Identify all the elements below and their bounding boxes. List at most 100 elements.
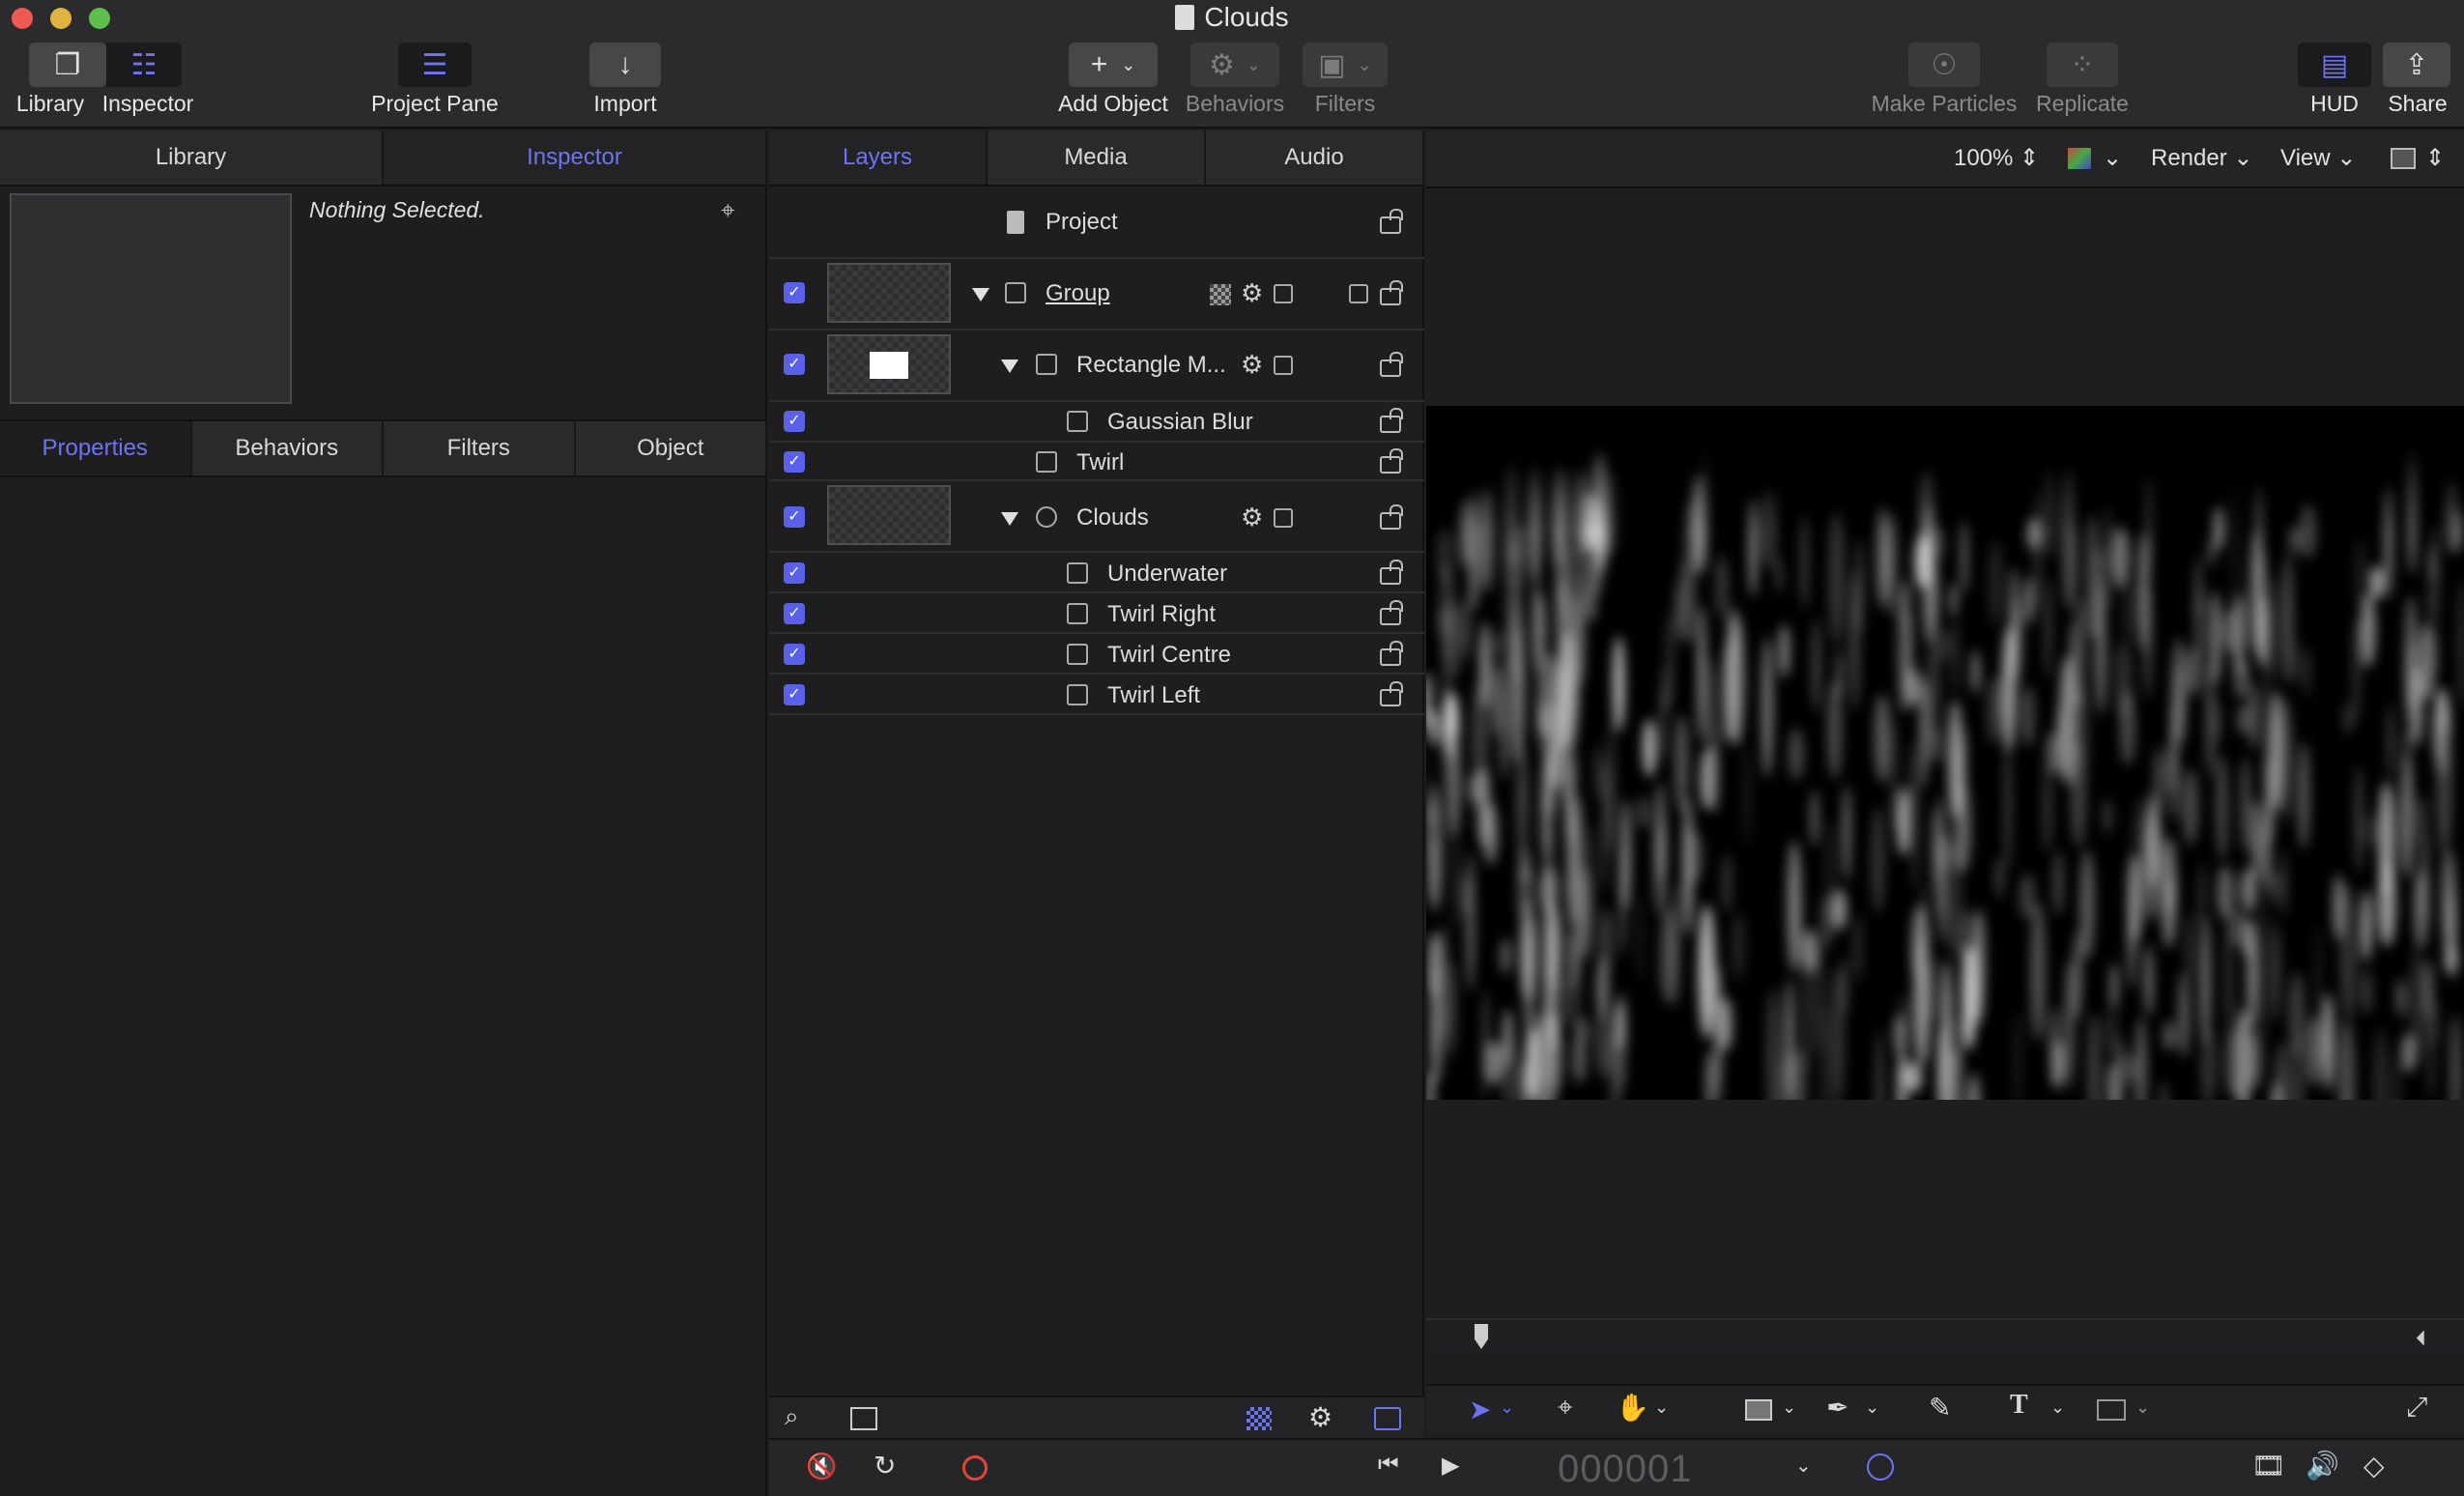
view-layout-icon[interactable] bbox=[2391, 148, 2416, 169]
lock-icon[interactable] bbox=[1380, 352, 1403, 377]
paint-tool-icon[interactable]: ✎ bbox=[1929, 1392, 1951, 1424]
inspector-button[interactable]: ☷ bbox=[106, 43, 182, 87]
gear-icon[interactable]: ⚙ bbox=[1308, 1401, 1332, 1433]
disclosure-triangle-icon[interactable] bbox=[1001, 512, 1018, 526]
tab-filters[interactable]: Filters bbox=[384, 421, 576, 475]
disclosure-triangle-icon[interactable] bbox=[1001, 360, 1018, 373]
lock-icon[interactable] bbox=[1380, 641, 1403, 666]
layer-checkbox[interactable]: ✓ bbox=[784, 644, 805, 665]
pen-tool-icon[interactable]: ✒ bbox=[1826, 1392, 1848, 1424]
behaviors-button[interactable]: ⚙ ⌄ bbox=[1190, 43, 1279, 87]
play-icon[interactable]: ▶ bbox=[1442, 1452, 1459, 1480]
lock-icon[interactable] bbox=[1380, 408, 1403, 433]
share-icon: ⇪ bbox=[2404, 48, 2429, 81]
layer-checkbox[interactable]: ✓ bbox=[784, 354, 805, 375]
lock-icon[interactable] bbox=[1380, 681, 1403, 706]
loop-icon[interactable]: ↻ bbox=[874, 1450, 896, 1482]
layer-row-twirl-left[interactable]: ✓ Twirl Left bbox=[769, 675, 1424, 715]
out-point-icon[interactable]: ⏴ bbox=[2416, 1326, 2426, 1351]
layer-checkbox[interactable]: ✓ bbox=[784, 603, 805, 624]
replicate-icon: ⁘ bbox=[2070, 48, 2095, 81]
layer-checkbox[interactable]: ✓ bbox=[784, 684, 805, 705]
pin-icon[interactable]: ⌖ bbox=[721, 195, 735, 226]
lock-icon[interactable] bbox=[1380, 560, 1403, 585]
chevron-down-icon[interactable]: ⌄ bbox=[1865, 1397, 1879, 1418]
record-icon[interactable] bbox=[962, 1455, 988, 1481]
timing-icon[interactable] bbox=[1867, 1453, 1894, 1481]
keyframes-icon[interactable]: ◇ bbox=[2364, 1450, 2385, 1482]
share-button[interactable]: ⇪ bbox=[2383, 43, 2450, 87]
chevron-down-icon[interactable]: ⌄ bbox=[2135, 1397, 2150, 1418]
layer-checkbox[interactable]: ✓ bbox=[784, 411, 805, 432]
go-to-start-icon[interactable]: ⏮ bbox=[1378, 1452, 1399, 1479]
timecode-display[interactable]: 000001 bbox=[1558, 1448, 1692, 1491]
tab-properties[interactable]: Properties bbox=[0, 421, 192, 475]
project-pane-button[interactable]: ☰ bbox=[398, 43, 472, 87]
tab-media[interactable]: Media bbox=[988, 130, 1206, 185]
render-menu[interactable]: Render ⌄ bbox=[2151, 144, 2253, 172]
project-pane-icon: ☰ bbox=[421, 48, 448, 81]
view-label: View bbox=[2280, 145, 2331, 171]
canvas-preview[interactable] bbox=[1426, 406, 2464, 1100]
mask-tool-icon[interactable] bbox=[2097, 1399, 2126, 1421]
pan-tool-icon[interactable]: ✋ bbox=[1616, 1392, 1649, 1424]
tab-behaviors[interactable]: Behaviors bbox=[192, 421, 384, 475]
blend-mode-icon[interactable] bbox=[1246, 1407, 1272, 1430]
view-menu[interactable]: View ⌄ bbox=[2280, 144, 2356, 172]
filters-toggle-icon[interactable] bbox=[1374, 1407, 1401, 1430]
layer-checkbox[interactable]: ✓ bbox=[784, 451, 805, 473]
zoom-popup[interactable]: 100% ⇕ bbox=[1954, 144, 2039, 172]
lock-icon[interactable] bbox=[1380, 448, 1403, 474]
tab-inspector[interactable]: Inspector bbox=[384, 130, 767, 185]
thumbnail-view-icon[interactable] bbox=[850, 1407, 877, 1430]
library-button[interactable]: ❐ bbox=[29, 43, 106, 87]
speaker-icon[interactable]: 🔊 bbox=[2306, 1450, 2339, 1482]
layer-row-twirl-right[interactable]: ✓ Twirl Right bbox=[769, 593, 1424, 634]
import-button[interactable]: ↓ bbox=[589, 43, 661, 87]
chevron-down-icon[interactable]: ⌄ bbox=[2050, 1397, 2065, 1418]
replicate-button[interactable]: ⁘ bbox=[2047, 43, 2118, 87]
text-tool-icon[interactable]: T bbox=[2010, 1390, 2028, 1421]
layer-row-clouds[interactable]: ✓ Clouds ⚙ bbox=[769, 481, 1424, 553]
replicate-label: Replicate bbox=[2036, 91, 2129, 116]
layer-row-rectangle-mask[interactable]: ✓ Rectangle M... ⚙ bbox=[769, 331, 1424, 402]
orbit-tool-icon[interactable]: ⌖ bbox=[1558, 1392, 1573, 1424]
lock-icon[interactable] bbox=[1380, 280, 1403, 305]
layer-row-gaussian-blur[interactable]: ✓ Gaussian Blur bbox=[769, 402, 1424, 443]
layer-row-project[interactable]: Project bbox=[769, 189, 1424, 259]
tab-object[interactable]: Object bbox=[576, 421, 767, 475]
filmstrip-icon[interactable]: 🎞 bbox=[2251, 1450, 2286, 1482]
lock-icon[interactable] bbox=[1380, 209, 1403, 234]
tab-layers[interactable]: Layers bbox=[769, 130, 988, 185]
chevron-down-icon[interactable]: ⌄ bbox=[1654, 1397, 1669, 1418]
filters-button[interactable]: ▣ ⌄ bbox=[1303, 43, 1388, 87]
layer-row-twirl-centre[interactable]: ✓ Twirl Centre bbox=[769, 634, 1424, 675]
tab-library[interactable]: Library bbox=[0, 130, 384, 185]
fullscreen-icon[interactable]: ⤢ bbox=[2406, 1392, 2427, 1424]
make-particles-button[interactable]: ☉ bbox=[1908, 43, 1980, 87]
layer-checkbox[interactable]: ✓ bbox=[784, 506, 805, 528]
isolate-icon[interactable] bbox=[1349, 284, 1368, 303]
layer-checkbox[interactable]: ✓ bbox=[784, 562, 805, 584]
layer-row-underwater[interactable]: ✓ Underwater bbox=[769, 553, 1424, 593]
chevron-down-icon[interactable]: ⌄ bbox=[1500, 1397, 1514, 1418]
chevron-down-icon[interactable]: ⌄ bbox=[1795, 1453, 1812, 1478]
select-tool-icon[interactable]: ➤ bbox=[1469, 1394, 1491, 1425]
hud-button[interactable]: ▤ bbox=[2298, 43, 2371, 87]
lock-icon[interactable] bbox=[1380, 600, 1403, 625]
search-icon[interactable]: ⌕ bbox=[785, 1401, 799, 1432]
layer-row-group[interactable]: ✓ Group ⚙ bbox=[769, 259, 1424, 331]
add-object-label: Add Object bbox=[1058, 91, 1168, 116]
layer-checkbox[interactable]: ✓ bbox=[784, 282, 805, 303]
layer-row-twirl[interactable]: ✓ Twirl bbox=[769, 443, 1424, 481]
color-channels-icon[interactable] bbox=[2068, 148, 2091, 169]
lock-icon[interactable] bbox=[1380, 504, 1403, 530]
chevron-down-icon[interactable]: ⌄ bbox=[1782, 1397, 1796, 1418]
add-object-button[interactable]: + ⌄ bbox=[1069, 43, 1158, 87]
mute-icon[interactable]: 🔇 bbox=[806, 1452, 837, 1482]
shape-tool-icon[interactable] bbox=[1745, 1399, 1772, 1421]
playhead-icon[interactable] bbox=[1475, 1324, 1488, 1349]
disclosure-triangle-icon[interactable] bbox=[972, 288, 989, 302]
mini-timeline[interactable]: ⏴ bbox=[1426, 1318, 2464, 1353]
tab-audio[interactable]: Audio bbox=[1206, 130, 1424, 185]
